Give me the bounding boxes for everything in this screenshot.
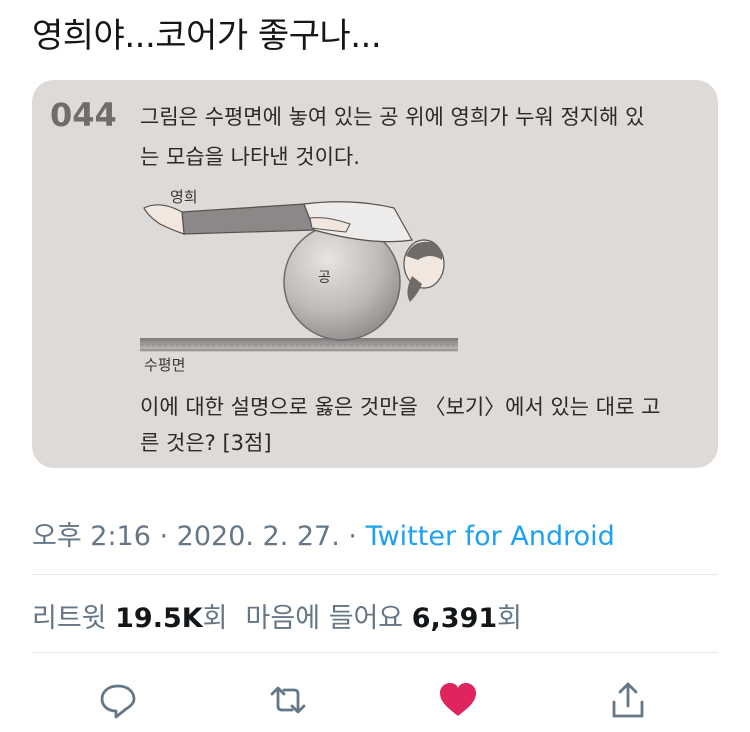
likes-label: 마음에 들어요	[245, 603, 404, 634]
retweets-label: 리트윗	[32, 603, 107, 634]
tweet-date: 2020. 2. 27.	[176, 521, 340, 552]
share-button[interactable]	[606, 678, 650, 722]
retweets-count: 19.5K	[115, 603, 203, 634]
tweet-photo[interactable]: 044 그림은 수평면에 놓여 있는 공 위에 영희가 누워 정지해 있 는 모…	[32, 80, 718, 468]
speech-bubble-icon	[100, 684, 136, 719]
meta-separator: ·	[150, 521, 177, 552]
likes-stat[interactable]: 마음에 들어요 6,391회	[246, 603, 522, 634]
heart-icon	[440, 683, 476, 716]
question-line-2: 는 모습을 나타낸 것이다.	[140, 145, 360, 169]
textbook-page-illustration: 044 그림은 수평면에 놓여 있는 공 위에 영희가 누워 정지해 있 는 모…	[50, 96, 660, 455]
likes-count: 6,391	[411, 603, 498, 634]
retweets-unit: 회	[202, 603, 228, 634]
ball-label: 공	[318, 270, 331, 286]
retweets-stat[interactable]: 리트윗 19.5K회	[32, 603, 228, 634]
likes-unit: 회	[497, 603, 522, 634]
retweet-button[interactable]	[266, 678, 310, 722]
prompt-line-2: 른 것은? [3점]	[140, 431, 272, 455]
meta-separator: ·	[339, 521, 366, 552]
divider	[32, 574, 718, 575]
tweet-source-link[interactable]: Twitter for Android	[366, 521, 615, 552]
divider	[32, 652, 718, 653]
tweet-actions	[0, 672, 750, 728]
share-upload-icon	[612, 682, 644, 718]
surface-label: 수평면	[144, 356, 185, 374]
tweet-time: 오후 2:16	[32, 521, 151, 552]
retweet-arrows-icon	[270, 686, 306, 714]
prompt-line-1: 이에 대한 설명으로 옳은 것만을 〈보기〉에서 있는 대로 고	[140, 395, 660, 419]
tweet-text: 영희야...코어가 좋구나...	[32, 16, 382, 56]
tweet-meta: 오후 2:16 · 2020. 2. 27. · Twitter for And…	[32, 514, 615, 553]
problem-number: 044	[50, 96, 117, 134]
tweet-stats: 리트윗 19.5K회 마음에 들어요 6,391회	[32, 596, 522, 635]
like-button[interactable]	[436, 678, 480, 722]
reply-button[interactable]	[96, 678, 140, 722]
question-line-1: 그림은 수평면에 놓여 있는 공 위에 영희가 누워 정지해 있	[140, 105, 644, 129]
person-label: 영희	[170, 188, 198, 206]
